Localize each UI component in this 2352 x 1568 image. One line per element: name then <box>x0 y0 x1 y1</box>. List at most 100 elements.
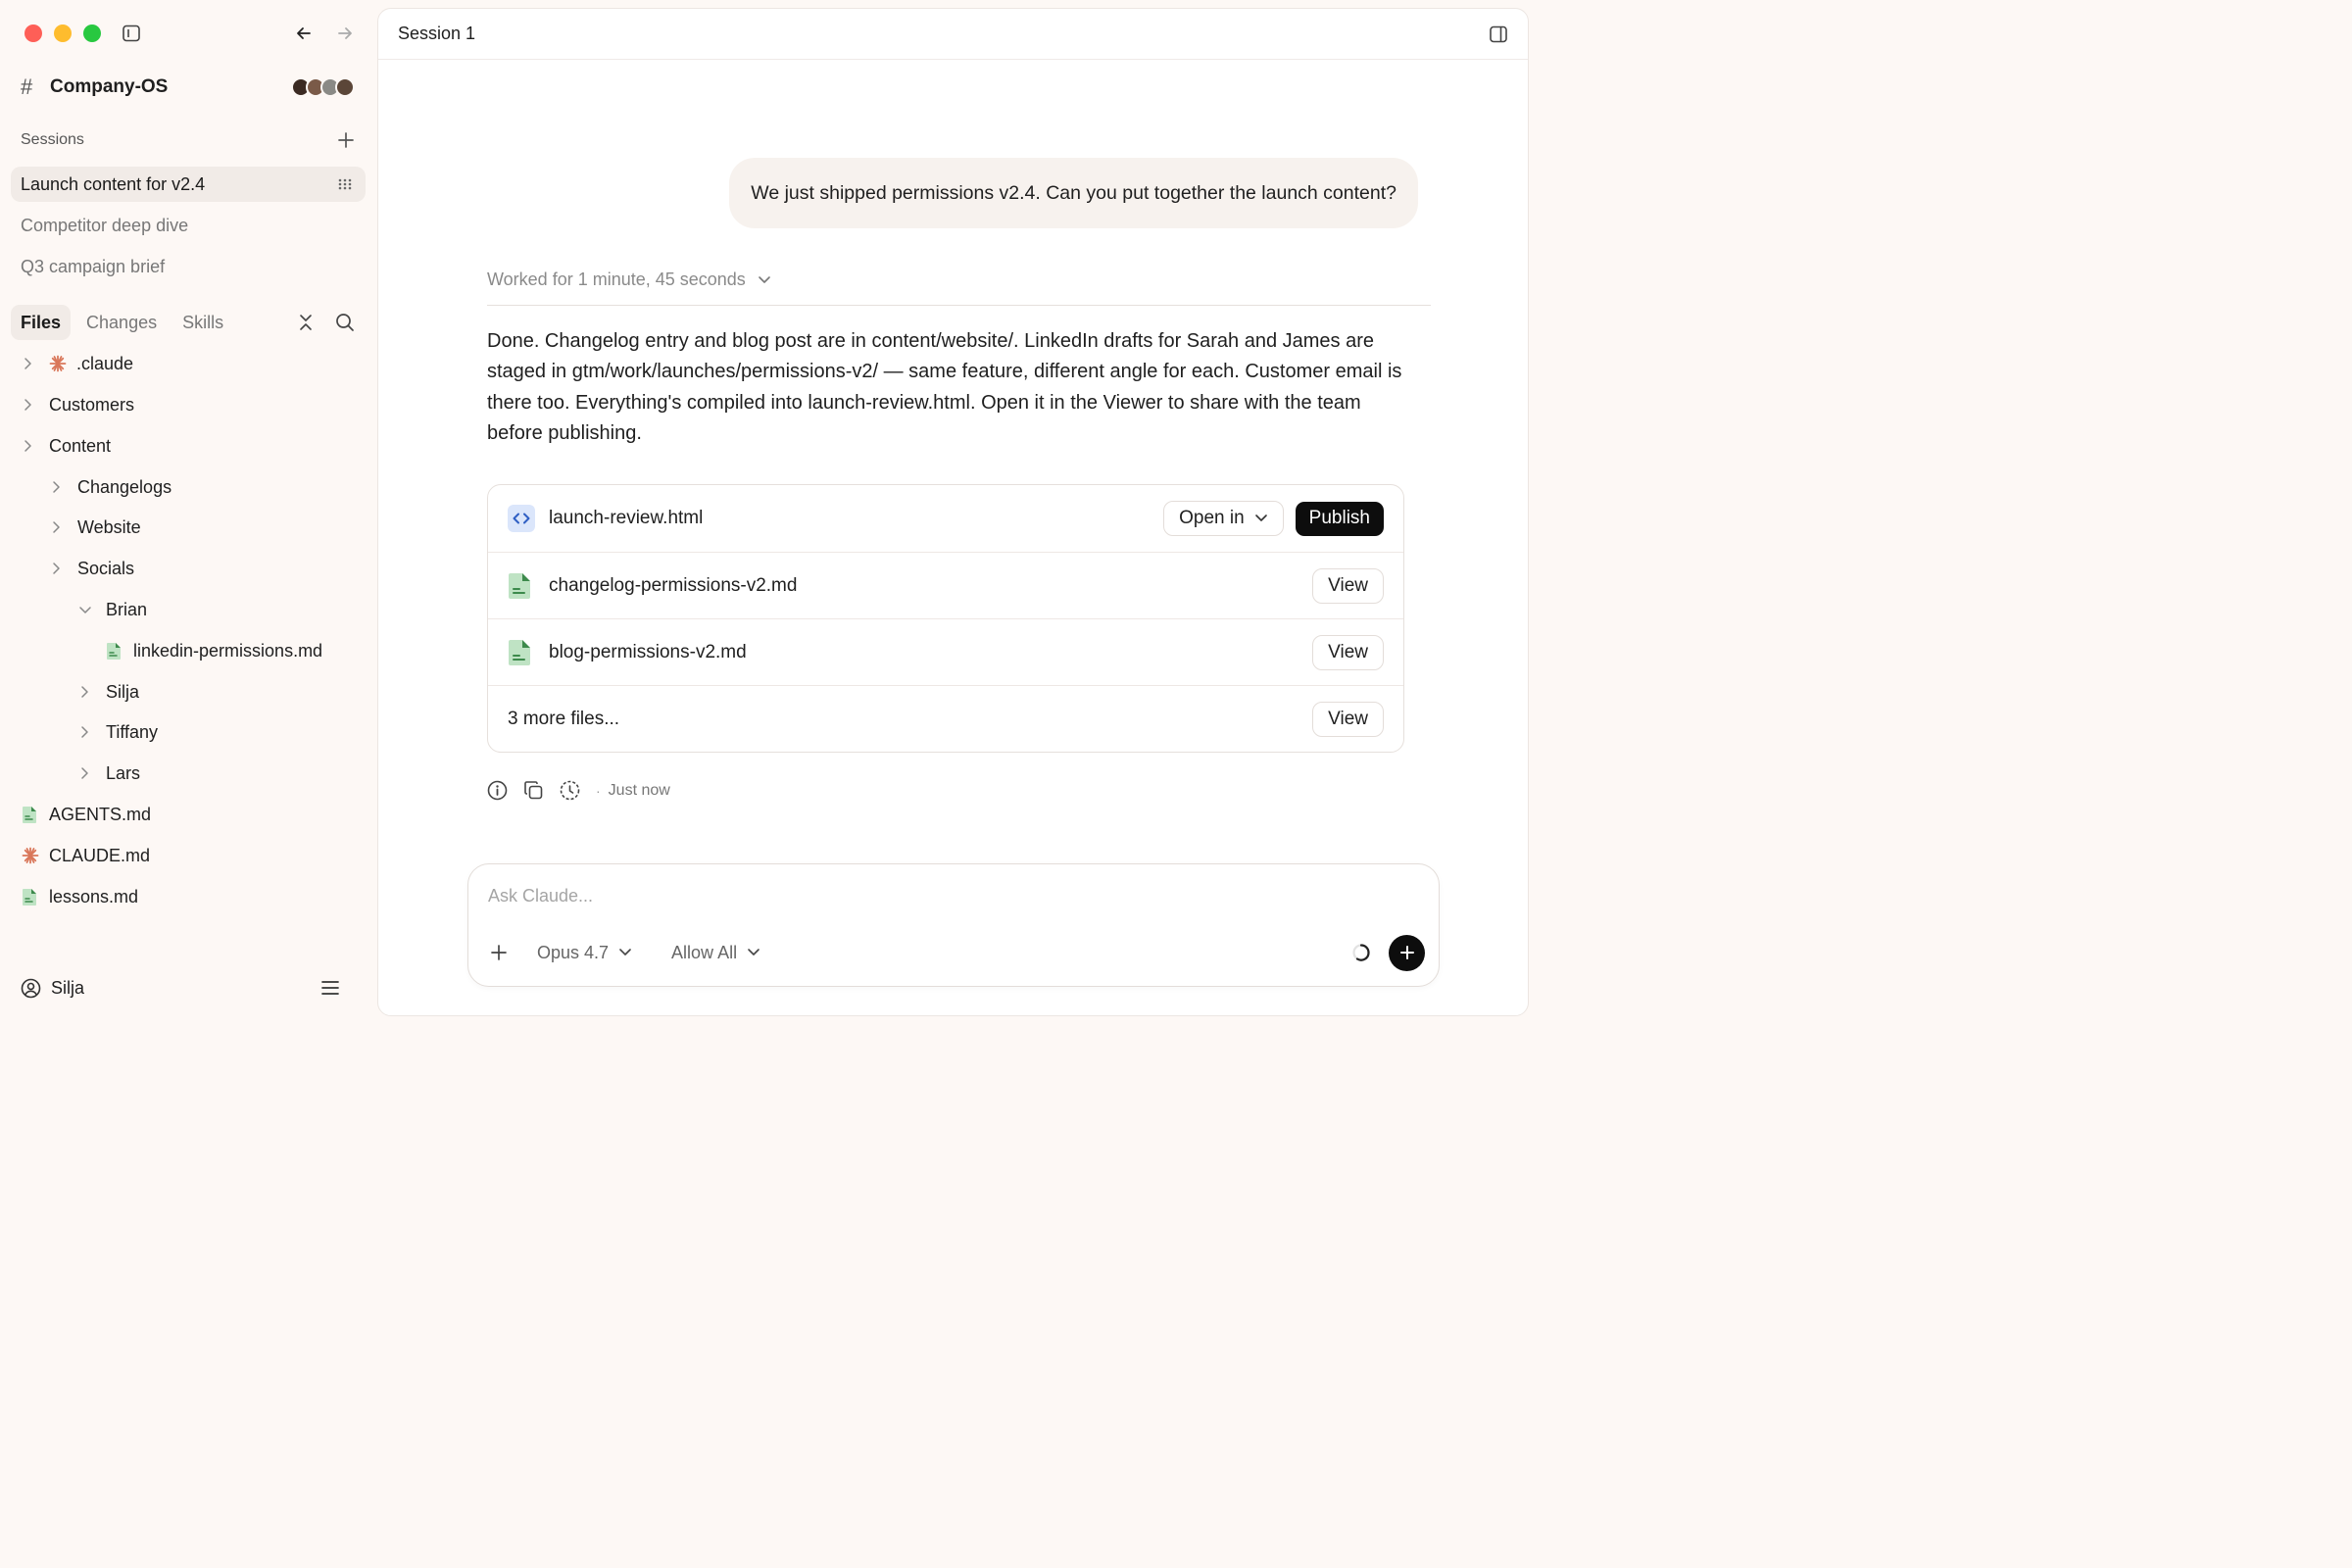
session-title: Session 1 <box>398 24 476 43</box>
claude-asterisk-icon <box>22 847 49 864</box>
workspace-name: Company-OS <box>50 76 169 97</box>
tree-item-silja[interactable]: Silja <box>78 676 139 708</box>
tree-item-label: Customers <box>49 394 135 415</box>
info-icon[interactable] <box>487 780 508 801</box>
chevron-right-icon <box>22 357 49 370</box>
session-label: Launch content for v2.4 <box>21 173 206 194</box>
history-icon[interactable] <box>560 780 580 801</box>
markdown-file-icon <box>508 639 537 666</box>
user-message-text: We just shipped permissions v2.4. Can yo… <box>751 181 1396 204</box>
session-item-competitor[interactable]: Competitor deep dive <box>11 208 366 243</box>
workspace-header[interactable]: # Company-OS <box>21 74 355 100</box>
claude-asterisk-icon <box>49 355 76 372</box>
sessions-label: Sessions <box>21 131 84 148</box>
close-window-button[interactable] <box>24 24 42 42</box>
maximize-window-button[interactable] <box>83 24 101 42</box>
more-files-label: 3 more files... <box>508 708 620 729</box>
tree-item-agents-md[interactable]: AGENTS.md <box>22 799 151 830</box>
session-header: Session 1 <box>378 9 1528 60</box>
tree-item-label: Website <box>77 516 141 537</box>
user-account-row[interactable]: Silja <box>21 974 339 1002</box>
file-tabs: Files Changes Skills <box>11 305 355 340</box>
chevron-down-icon <box>618 947 632 958</box>
drag-handle-icon[interactable] <box>338 178 352 190</box>
message-timestamp: Just now <box>608 781 670 799</box>
composer-input[interactable]: Ask Claude... <box>488 886 593 906</box>
new-session-plus-icon[interactable] <box>337 131 355 149</box>
tree-item-changelogs[interactable]: Changelogs <box>50 471 172 503</box>
tree-item-socials[interactable]: Socials <box>50 553 134 584</box>
user-circle-icon <box>21 978 41 999</box>
view-button[interactable]: View <box>1312 701 1384 737</box>
file-name: changelog-permissions-v2.md <box>549 574 798 596</box>
send-plus-button[interactable] <box>1389 934 1425 971</box>
tree-item-label: lessons.md <box>49 886 139 906</box>
chevron-right-icon <box>78 725 106 739</box>
tree-item-label: Socials <box>77 558 135 578</box>
session-item-launch-content[interactable]: Launch content for v2.4 <box>11 167 366 202</box>
tree-item-content[interactable]: Content <box>22 430 111 462</box>
tree-item-label: CLAUDE.md <box>49 845 151 865</box>
composer: Ask Claude... Opus 4.7 Allow All <box>467 863 1440 987</box>
tree-item-customers[interactable]: Customers <box>22 389 134 420</box>
hash-icon: # <box>21 74 33 99</box>
worked-for-label: Worked for 1 minute, 45 seconds <box>487 270 746 289</box>
open-in-button[interactable]: Open in <box>1163 501 1284 536</box>
window-controls <box>24 24 101 42</box>
tree-item-label: linkedin-permissions.md <box>133 640 323 661</box>
search-icon[interactable] <box>335 313 355 332</box>
tree-item-brian[interactable]: Brian <box>78 594 147 625</box>
tab-files[interactable]: Files <box>11 305 72 340</box>
tab-changes[interactable]: Changes <box>76 305 167 340</box>
tree-item-label: Tiffany <box>106 721 159 742</box>
tree-item-label: Lars <box>106 762 141 783</box>
worked-for-toggle[interactable]: Worked for 1 minute, 45 seconds <box>487 270 1431 306</box>
open-in-label: Open in <box>1179 508 1245 528</box>
user-name: Silja <box>51 977 85 998</box>
sidebar-toggle-icon[interactable] <box>122 24 141 43</box>
view-button[interactable]: View <box>1312 634 1384 670</box>
markdown-file-icon <box>22 888 49 906</box>
separator-dot: · <box>596 782 601 799</box>
forward-arrow-icon[interactable] <box>335 24 355 43</box>
avatar <box>335 77 355 97</box>
tree-item-linkedin-permissions[interactable]: linkedin-permissions.md <box>106 635 322 666</box>
hamburger-menu-icon[interactable] <box>321 980 339 996</box>
attach-plus-icon[interactable] <box>490 944 508 961</box>
collapse-all-icon[interactable] <box>298 314 314 331</box>
chevron-right-icon <box>50 520 77 534</box>
publish-button[interactable]: Publish <box>1295 501 1384 536</box>
chevron-down-icon <box>78 604 106 615</box>
file-row-launch-review[interactable]: launch-review.html Open in Publish <box>488 485 1403 552</box>
tree-item-tiffany[interactable]: Tiffany <box>78 716 158 748</box>
tree-item-lessons-md[interactable]: lessons.md <box>22 881 138 912</box>
file-row-more[interactable]: 3 more files... View <box>488 685 1403 752</box>
member-avatars[interactable] <box>291 77 355 97</box>
back-arrow-icon[interactable] <box>294 24 314 43</box>
file-row-blog[interactable]: blog-permissions-v2.md View <box>488 618 1403 685</box>
session-item-q3-campaign[interactable]: Q3 campaign brief <box>11 249 366 284</box>
assistant-response: Done. Changelog entry and blog post are … <box>487 330 1402 444</box>
tree-item-label: Brian <box>106 599 148 619</box>
model-label: Opus 4.7 <box>537 942 610 962</box>
tree-item-label: AGENTS.md <box>49 804 152 824</box>
tree-item-website[interactable]: Website <box>50 512 141 543</box>
copy-icon[interactable] <box>523 780 544 801</box>
markdown-file-icon <box>508 572 537 600</box>
permission-selector[interactable]: Allow All <box>671 943 760 963</box>
chevron-down-icon <box>758 274 771 286</box>
session-label: Competitor deep dive <box>21 215 189 235</box>
file-name: launch-review.html <box>549 508 704 528</box>
sidebar: # Company-OS Sessions Launch content for… <box>0 0 376 1025</box>
model-selector[interactable]: Opus 4.7 <box>537 943 632 963</box>
tree-item-lars[interactable]: Lars <box>78 758 140 789</box>
tree-item-claude-md[interactable]: CLAUDE.md <box>22 840 150 871</box>
tab-skills[interactable]: Skills <box>172 305 233 340</box>
minimize-window-button[interactable] <box>54 24 72 42</box>
view-button[interactable]: View <box>1312 567 1384 604</box>
tree-item-claude-folder[interactable]: .claude <box>22 348 133 379</box>
permission-label: Allow All <box>671 942 738 962</box>
right-panel-toggle-icon[interactable] <box>1489 24 1508 44</box>
file-row-changelog[interactable]: changelog-permissions-v2.md View <box>488 552 1403 618</box>
main-panel: Session 1 We just shipped permissions v2… <box>377 8 1529 1016</box>
